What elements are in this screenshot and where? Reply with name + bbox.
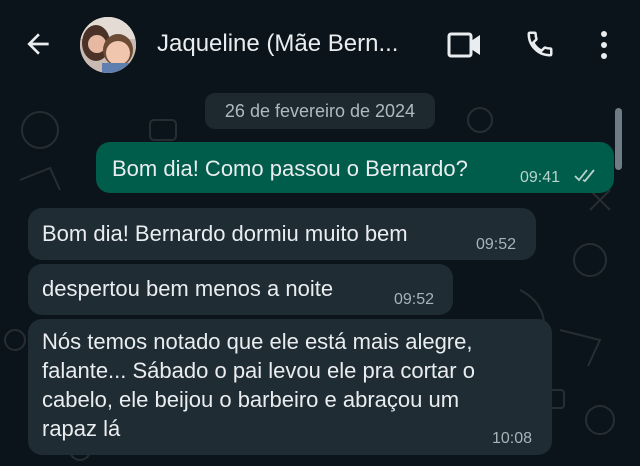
scrollbar[interactable] (615, 108, 622, 170)
avatar[interactable] (80, 17, 136, 73)
message-text-line: falante... Sábado o pai levou ele pra co… (42, 358, 475, 383)
message-bubble-incoming[interactable]: Bom dia! Bernardo dormiu muito bem 09:52 (28, 208, 536, 260)
date-separator: 26 de fevereiro de 2024 (205, 93, 435, 129)
chat-area[interactable]: 26 de fevereiro de 2024 Bom dia! Como pa… (0, 90, 640, 466)
message-text: Bom dia! Como passou o Bernardo? (112, 156, 468, 181)
video-call-icon[interactable] (447, 31, 483, 59)
message-time: 09:41 (520, 169, 561, 186)
back-arrow-icon[interactable] (22, 28, 54, 60)
contact-name[interactable]: Jaqueline (Mãe Bern... (157, 30, 398, 58)
message-text-line: cabelo, ele beijou o barbeiro e abraçou … (42, 387, 460, 412)
message-time: 09:52 (394, 291, 435, 308)
message-bubble-incoming[interactable]: despertou bem menos a noite 09:52 (28, 264, 453, 315)
double-check-icon (574, 169, 595, 183)
phone-icon[interactable] (525, 29, 555, 59)
message-bubble-outgoing[interactable]: Bom dia! Como passou o Bernardo? 09:41 (96, 142, 614, 193)
message-text: Bom dia! Bernardo dormiu muito bem (42, 221, 408, 246)
message-bubble-incoming[interactable]: Nós temos notado que ele está mais alegr… (28, 319, 552, 455)
more-options-icon[interactable] (596, 28, 612, 62)
message-time: 10:08 (492, 430, 533, 447)
message-text-line: rapaz lá (42, 416, 121, 441)
message-time: 09:52 (476, 236, 517, 253)
chat-header: Jaqueline (Mãe Bern... (0, 0, 640, 90)
message-text: despertou bem menos a noite (42, 276, 334, 301)
message-text-line: Nós temos notado que ele está mais alegr… (42, 329, 473, 354)
